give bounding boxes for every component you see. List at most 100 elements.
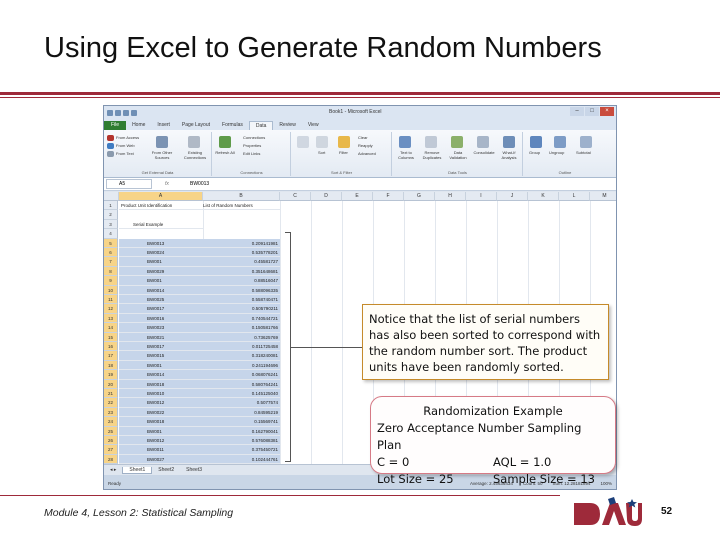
consolidate-button[interactable]: Consolidate xyxy=(471,150,497,155)
cell-header-a[interactable]: Product Unit Identification xyxy=(119,201,203,211)
row-header[interactable]: 20 xyxy=(104,379,118,389)
column-header[interactable]: A xyxy=(119,192,203,201)
row-header[interactable]: 11 xyxy=(104,295,118,305)
cell-serial[interactable]: BW0017 xyxy=(119,304,203,314)
refresh-all-button[interactable]: Refresh All xyxy=(215,150,235,155)
cell-random[interactable]: 0.740544721 xyxy=(203,313,280,324)
column-header[interactable]: C xyxy=(280,192,311,201)
row-header[interactable]: 16 xyxy=(104,342,118,352)
cell-random[interactable]: 0.351648681 xyxy=(203,266,280,277)
tab-sheet1[interactable]: Sheet1 xyxy=(122,466,153,474)
cell-random[interactable]: 0.88516047 xyxy=(203,276,280,286)
cell-serial[interactable]: BW001 xyxy=(119,276,203,286)
column-header[interactable]: D xyxy=(311,192,342,201)
reapply-button[interactable]: Reapply xyxy=(358,143,373,148)
row-header[interactable]: 15 xyxy=(104,332,118,342)
properties-button[interactable]: Properties xyxy=(243,143,261,148)
cell-serial[interactable]: BW0029 xyxy=(119,266,203,277)
row-header[interactable]: 14 xyxy=(104,323,118,333)
clear-button[interactable]: Clear xyxy=(358,135,368,140)
tab-review[interactable]: Review xyxy=(273,121,301,130)
cell-random[interactable]: 0.068076241 xyxy=(203,370,280,380)
save-icon[interactable] xyxy=(115,109,121,116)
name-box[interactable]: A5 xyxy=(106,179,152,189)
cell-random[interactable]: 0.011725458 xyxy=(203,342,280,352)
row-header[interactable]: 27 xyxy=(104,445,118,455)
cell-random[interactable]: 0.318240081 xyxy=(203,351,280,361)
column-header[interactable]: B xyxy=(203,192,280,201)
cell-serial[interactable]: BW0018 xyxy=(119,379,203,389)
tab-sheet3[interactable]: Sheet3 xyxy=(180,467,208,473)
cell-serial[interactable]: BW0010 xyxy=(119,389,203,399)
column-header[interactable]: I xyxy=(466,192,497,201)
formula-input[interactable]: BW0013 xyxy=(182,181,209,187)
cell-serial[interactable]: BW0013 xyxy=(119,238,203,248)
row-header[interactable]: 6 xyxy=(104,248,118,258)
fx-icon[interactable]: fx xyxy=(152,181,182,187)
from-other-sources-button[interactable]: From Other Sources xyxy=(148,150,176,160)
cell-example-label[interactable]: Serial Example xyxy=(119,220,203,230)
row-header[interactable]: 26 xyxy=(104,436,118,446)
select-all-corner[interactable] xyxy=(104,192,119,201)
column-header[interactable]: K xyxy=(528,192,559,201)
cell-random[interactable]: 0.45581727 xyxy=(203,257,280,267)
row-header[interactable]: 24 xyxy=(104,417,118,427)
row-header[interactable]: 17 xyxy=(104,351,118,361)
row-header[interactable]: 13 xyxy=(104,313,118,324)
cell-random[interactable]: 0.241194696 xyxy=(203,360,280,371)
row-header[interactable]: 25 xyxy=(104,426,118,436)
column-header[interactable]: E xyxy=(342,192,373,201)
excel-icon[interactable] xyxy=(107,109,113,116)
tab-formulas[interactable]: Formulas xyxy=(216,121,249,130)
row-header[interactable]: 18 xyxy=(104,360,118,371)
column-header[interactable]: G xyxy=(404,192,435,201)
column-header[interactable]: F xyxy=(373,192,404,201)
cell-random[interactable]: 0.73625769 xyxy=(203,332,280,342)
cell-random[interactable]: 0.84595219 xyxy=(203,407,280,418)
sheet-nav-icon[interactable]: ◂ ▸ xyxy=(104,467,122,473)
close-icon[interactable]: × xyxy=(600,107,614,116)
cell-random[interactable]: 0.576088381 xyxy=(203,436,280,446)
cell-serial[interactable]: BW0014 xyxy=(119,370,203,380)
what-if-analysis-button[interactable]: What-If Analysis xyxy=(497,150,521,160)
row-header[interactable]: 21 xyxy=(104,389,118,399)
group-button[interactable]: Group xyxy=(529,150,540,155)
tab-home[interactable]: Home xyxy=(126,121,151,130)
cell-serial[interactable]: BW001 xyxy=(119,257,203,267)
cell-serial[interactable]: BW0012 xyxy=(119,398,203,408)
cell-random[interactable]: 0.558740471 xyxy=(203,295,280,305)
cell-random[interactable]: 0.102444761 xyxy=(203,454,280,465)
minimize-icon[interactable]: – xyxy=(570,107,584,116)
cell-random[interactable]: 0.145125040 xyxy=(203,389,280,399)
row-header[interactable]: 8 xyxy=(104,266,118,277)
cell-serial[interactable]: BW0021 xyxy=(119,332,203,342)
from-text-button[interactable]: From Text xyxy=(116,151,134,156)
cell-serial[interactable]: BW0024 xyxy=(119,248,203,258)
cell-serial[interactable]: BW001 xyxy=(119,360,203,371)
maximize-icon[interactable]: □ xyxy=(585,107,599,116)
undo-icon[interactable] xyxy=(123,109,129,116)
from-web-button[interactable]: From Web xyxy=(116,143,135,148)
cell-serial[interactable]: BW0023 xyxy=(119,323,203,333)
sort-button[interactable]: Sort xyxy=(318,150,325,155)
edit-links-button[interactable]: Edit Links xyxy=(243,151,260,156)
row-header[interactable]: 1 xyxy=(104,201,118,211)
row-header[interactable]: 5 xyxy=(104,238,118,248)
row-header[interactable]: 28 xyxy=(104,454,118,465)
row-header[interactable]: 19 xyxy=(104,370,118,380)
existing-connections-button[interactable]: Existing Connections xyxy=(180,150,210,160)
cell-serial[interactable]: BW0027 xyxy=(119,454,203,465)
cell-random[interactable]: 0.535778201 xyxy=(203,248,280,258)
column-header[interactable]: H xyxy=(435,192,466,201)
cell-serial[interactable]: BW001 xyxy=(119,426,203,436)
connections-button[interactable]: Connections xyxy=(243,135,265,140)
cell-random[interactable]: 0.580764241 xyxy=(203,379,280,389)
cell-random[interactable]: 0.162790041 xyxy=(203,426,280,436)
row-header[interactable]: 22 xyxy=(104,398,118,408)
row-header[interactable]: 10 xyxy=(104,285,118,295)
cell-serial[interactable]: BW0016 xyxy=(119,313,203,324)
redo-icon[interactable] xyxy=(131,109,137,116)
cell-serial[interactable]: BW0018 xyxy=(119,417,203,427)
cell-random[interactable]: 0.375450721 xyxy=(203,445,280,455)
filter-button[interactable]: Filter xyxy=(339,150,348,155)
